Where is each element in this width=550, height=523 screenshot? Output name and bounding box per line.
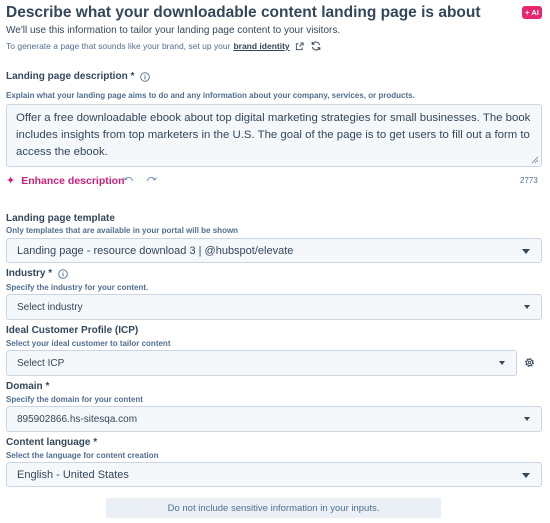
external-link-icon[interactable] bbox=[295, 41, 304, 51]
domain-label: Domain * bbox=[6, 381, 50, 392]
language-select[interactable]: English - United States bbox=[6, 462, 542, 487]
page-title: Describe what your downloadable content … bbox=[6, 4, 481, 21]
info-icon[interactable] bbox=[140, 71, 151, 82]
info-icon[interactable] bbox=[58, 268, 68, 279]
enhance-description-button[interactable]: ✦ Enhance description bbox=[6, 174, 125, 188]
domain-select[interactable]: 895902866.hs-sitesqa.com bbox=[6, 406, 542, 432]
domain-selected: 895902866.hs-sitesqa.com bbox=[17, 413, 138, 425]
template-help: Only templates that are available in you… bbox=[6, 226, 239, 235]
domain-help: Specify the domain for your content bbox=[6, 395, 143, 404]
chevron-down-icon bbox=[524, 305, 530, 309]
brand-identity-prefix: To generate a page that sounds like your… bbox=[6, 41, 231, 51]
undo-icon[interactable] bbox=[122, 174, 134, 186]
refresh-icon[interactable] bbox=[311, 41, 321, 51]
icp-label: Ideal Customer Profile (ICP) bbox=[6, 325, 139, 336]
template-label: Landing page template bbox=[6, 213, 115, 224]
language-help: Select the language for content creation bbox=[6, 451, 159, 460]
icp-help: Select your ideal customer to tailor con… bbox=[6, 339, 171, 348]
sparkle-icon: ✦ bbox=[6, 175, 16, 187]
sensitive-info-disclaimer: Do not include sensitive information in … bbox=[106, 498, 441, 518]
description-label: Landing page description * bbox=[6, 71, 151, 82]
enhance-description-label: Enhance description bbox=[21, 174, 125, 187]
description-textarea[interactable]: Offer a free downloadable ebook about to… bbox=[6, 104, 542, 167]
language-label: Content language * bbox=[6, 437, 98, 448]
gear-icon[interactable] bbox=[523, 356, 536, 369]
description-help: Explain what your landing page aims to d… bbox=[6, 91, 415, 100]
brand-identity-hint: To generate a page that sounds like your… bbox=[6, 41, 321, 51]
industry-selected: Select industry bbox=[17, 301, 83, 313]
resize-handle-icon[interactable] bbox=[531, 156, 539, 164]
redo-icon[interactable] bbox=[146, 174, 158, 186]
chevron-down-icon bbox=[499, 361, 505, 365]
character-count: 2773 bbox=[520, 176, 538, 185]
language-selected: English - United States bbox=[17, 468, 129, 481]
icp-select[interactable]: Select ICP bbox=[6, 350, 517, 376]
description-label-text: Landing page description * bbox=[6, 71, 135, 82]
template-select[interactable]: Landing page - resource download 3 | @hu… bbox=[6, 238, 542, 263]
ai-badge: + AI bbox=[522, 6, 542, 19]
industry-help: Specify the industry for your content. bbox=[6, 283, 149, 292]
template-selected: Landing page - resource download 3 | @hu… bbox=[17, 244, 294, 257]
page-subtitle: We'll use this information to tailor you… bbox=[6, 25, 341, 36]
industry-label: Industry * bbox=[6, 268, 68, 279]
industry-label-text: Industry * bbox=[6, 268, 53, 279]
chevron-down-icon bbox=[522, 248, 530, 254]
icp-selected: Select ICP bbox=[17, 357, 65, 369]
chevron-down-icon bbox=[524, 417, 530, 421]
industry-select[interactable]: Select industry bbox=[6, 294, 542, 320]
chevron-down-icon bbox=[522, 472, 530, 478]
description-value: Offer a free downloadable ebook about to… bbox=[16, 112, 531, 158]
brand-identity-link[interactable]: brand identity bbox=[233, 41, 289, 51]
